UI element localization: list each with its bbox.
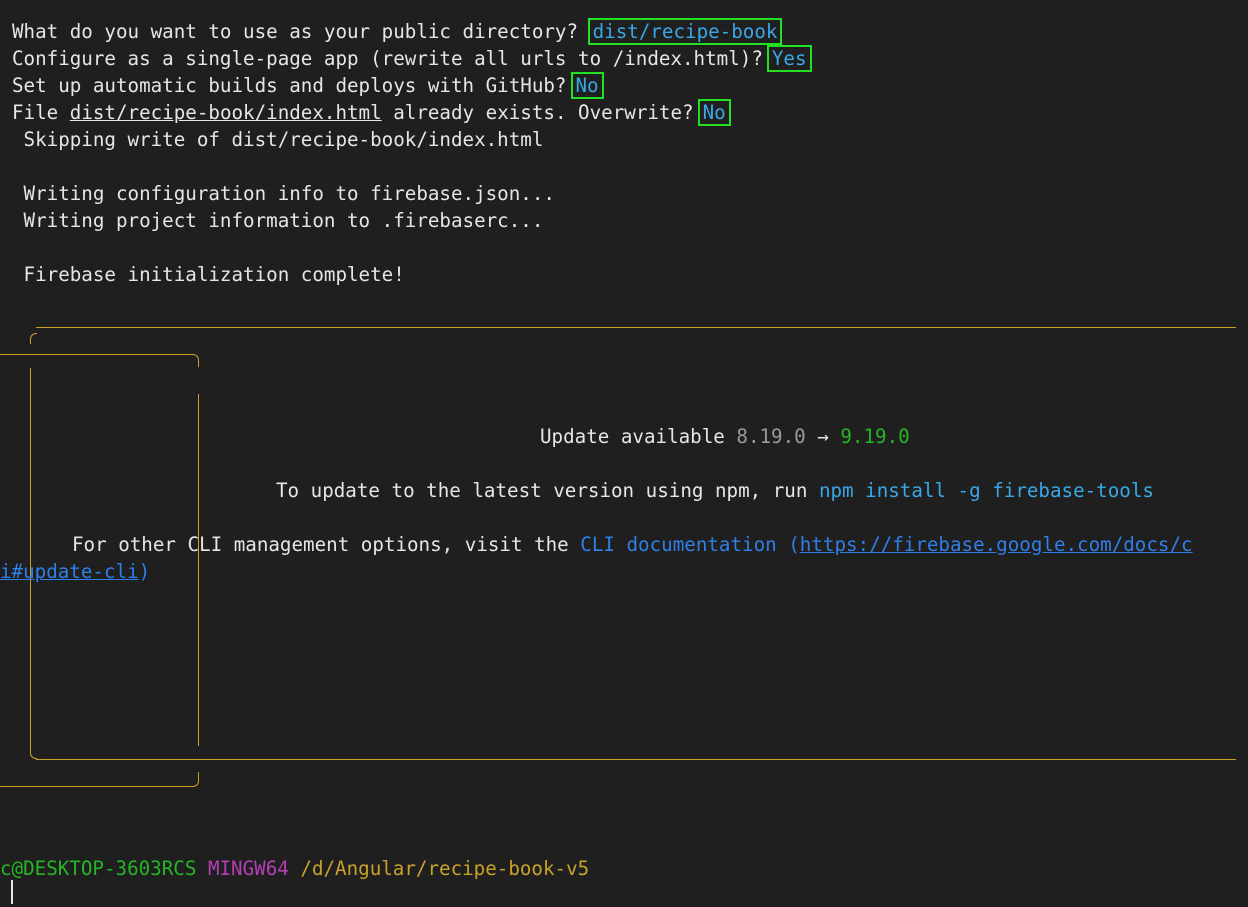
answer-overwrite: No bbox=[697, 99, 731, 126]
answer-public-directory: dist/recipe-book bbox=[587, 18, 783, 45]
environment: MINGW64 bbox=[207, 857, 289, 880]
update-label: Update available bbox=[540, 425, 737, 448]
answer-single-page-app: Yes bbox=[766, 45, 812, 72]
shell-prompt: c@DESKTOP-3603RCS MINGW64 /d/Angular/rec… bbox=[0, 855, 589, 882]
update-available-line: Update available 8.19.0 → 9.19.0 bbox=[540, 423, 910, 450]
box-top-border bbox=[36, 327, 1236, 328]
output-write-config: Writing configuration info to firebase.j… bbox=[12, 182, 555, 205]
prompt-text: already exists. Overwrite? bbox=[381, 101, 694, 124]
prompt-text: Set up automatic builds and deploys with… bbox=[12, 74, 567, 97]
output-skip: Skipping write of dist/recipe-book/index… bbox=[12, 128, 544, 151]
prompt-public-directory: What do you want to use as your public d… bbox=[12, 18, 783, 45]
doc-link[interactable]: https://firebase.google.com/docs/c bbox=[800, 533, 1193, 556]
overwrite-file-path: dist/recipe-book/index.html bbox=[69, 101, 382, 124]
box-corner bbox=[193, 772, 199, 787]
prompt-text: File bbox=[12, 101, 70, 124]
box-right-border bbox=[198, 394, 199, 746]
output-write-project: Writing project information to .firebase… bbox=[12, 209, 544, 232]
npm-update-line: To update to the latest version using np… bbox=[276, 477, 1154, 504]
user-host: c@DESKTOP-3603RCS bbox=[0, 857, 197, 880]
other-options-line: For other CLI management options, visit … bbox=[72, 531, 1193, 558]
other-options-text: For other CLI management options, visit … bbox=[72, 533, 581, 556]
box-corner bbox=[193, 354, 199, 367]
new-version: 9.19.0 bbox=[840, 425, 910, 448]
box-bottom-border bbox=[36, 759, 1236, 760]
arrow-icon: → bbox=[805, 425, 841, 448]
old-version: 8.19.0 bbox=[736, 425, 806, 448]
paren-open: ( bbox=[776, 533, 800, 556]
prompt-single-page-app: Configure as a single-page app (rewrite … bbox=[12, 45, 812, 72]
output-complete: Firebase initialization complete! bbox=[12, 263, 405, 286]
answer-github-deploys: No bbox=[570, 72, 604, 99]
text-cursor[interactable] bbox=[11, 880, 13, 904]
npm-text: To update to the latest version using np… bbox=[276, 479, 819, 502]
prompt-text: What do you want to use as your public d… bbox=[12, 20, 579, 43]
cli-documentation-label: CLI documentation bbox=[580, 533, 777, 556]
prompt-github-deploys: Set up automatic builds and deploys with… bbox=[12, 72, 604, 99]
other-options-line-wrap: i#update-cli) bbox=[0, 558, 150, 585]
box-top-border-inner bbox=[0, 354, 193, 355]
box-corner bbox=[30, 333, 37, 344]
box-corner bbox=[30, 748, 37, 759]
prompt-text: Configure as a single-page app (rewrite … bbox=[12, 47, 763, 70]
current-path: /d/Angular/recipe-book-v5 bbox=[300, 857, 590, 880]
box-bottom-border-inner bbox=[0, 786, 193, 787]
npm-command: npm install -g firebase-tools bbox=[818, 479, 1154, 502]
doc-link-continued[interactable]: i#update-cli bbox=[0, 560, 139, 583]
prompt-overwrite: File dist/recipe-book/index.html already… bbox=[12, 99, 731, 126]
paren-close: ) bbox=[138, 560, 151, 583]
